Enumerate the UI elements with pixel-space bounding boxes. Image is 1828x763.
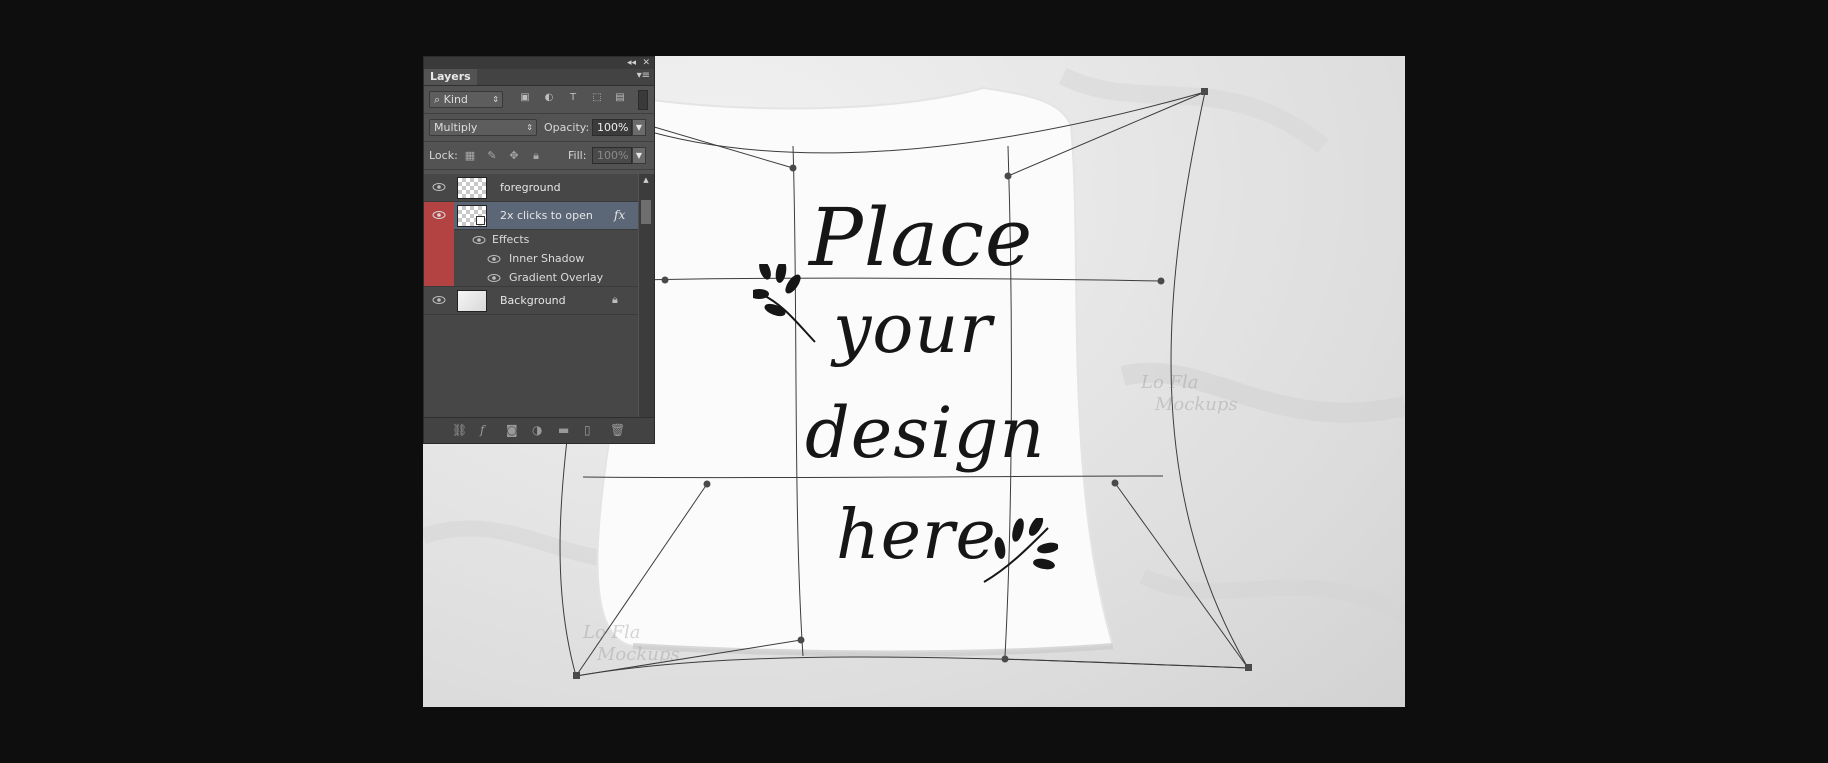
link-layers-icon[interactable]: ⛓︎	[452, 424, 467, 436]
visibility-eye-icon[interactable]	[472, 235, 486, 245]
watermark-line-1: Lo Fla	[583, 622, 641, 643]
watermark: Lo Fla Mockups	[583, 622, 680, 666]
effect-name: Gradient Overlay	[509, 271, 604, 284]
effect-row-inner-shadow[interactable]: Inner Shadow	[424, 249, 638, 268]
layer-name: foreground	[500, 181, 561, 194]
filter-shape-icon[interactable]: ⬚	[591, 92, 603, 104]
effect-name: Inner Shadow	[509, 252, 585, 265]
layer-name: Background	[500, 294, 566, 307]
filter-row: ⌕ Kind ⇕ ▣ ◐ T ⬚ ▤	[424, 86, 654, 114]
filter-toggle[interactable]	[638, 90, 648, 110]
add-style-icon[interactable]: f	[480, 424, 484, 436]
lock-position-icon[interactable]: ✥	[508, 150, 520, 162]
scroll-thumb[interactable]	[641, 200, 651, 224]
smart-object-badge-icon	[476, 216, 485, 225]
visibility-eye-icon[interactable]	[487, 254, 501, 264]
effects-label: Effects	[492, 233, 530, 246]
lock-transparent-icon[interactable]: ▦	[464, 150, 476, 162]
visibility-eye-icon[interactable]	[432, 210, 446, 220]
new-layer-icon[interactable]: ▯	[584, 424, 591, 436]
opacity-dropdown-icon[interactable]: ▼	[632, 119, 646, 136]
lock-paint-icon[interactable]: ✎	[486, 150, 498, 162]
delete-layer-icon[interactable]: 🗑︎	[610, 424, 625, 436]
new-group-icon[interactable]: ▬	[558, 424, 569, 436]
add-mask-icon[interactable]: ◙	[506, 424, 518, 436]
visibility-eye-icon[interactable]	[432, 295, 446, 305]
close-icon[interactable]: ✕	[642, 57, 650, 69]
layer-thumbnail	[457, 290, 487, 312]
design-text-line-2: your	[833, 290, 993, 369]
fill-label: Fill:	[568, 149, 587, 162]
opacity-label: Opacity:	[544, 121, 590, 134]
lock-label: Lock:	[429, 149, 458, 162]
panel-tab-bar: Layers ▾≡	[424, 69, 654, 86]
design-text-line-1: Place	[809, 191, 1034, 284]
layer-row-foreground[interactable]: foreground	[424, 174, 638, 202]
design-text-line-3: design	[805, 392, 1046, 474]
filter-kind-select[interactable]: ⌕ Kind ⇕	[429, 91, 503, 108]
search-icon: ⌕	[434, 93, 444, 106]
layers-list: foreground 2x clicks to open fx Effects …	[424, 174, 638, 417]
tab-layers[interactable]: Layers	[424, 69, 477, 85]
layer-name: 2x clicks to open	[500, 209, 593, 222]
panel-menu-icon[interactable]: ▾≡	[637, 70, 650, 81]
effects-group-row[interactable]: Effects	[424, 230, 638, 287]
design-text-line-4: here	[836, 496, 997, 575]
visibility-eye-icon[interactable]	[432, 182, 446, 192]
layer-row-background[interactable]: Background 🔒︎	[424, 287, 638, 315]
layers-panel: ◂◂ ✕ Layers ▾≡ ⌕ Kind ⇕ ▣ ◐ T ⬚ ▤ Multip…	[423, 56, 655, 444]
fill-dropdown-icon[interactable]: ▼	[632, 147, 646, 164]
layer-thumbnail	[457, 205, 487, 227]
new-adjustment-icon[interactable]: ◑	[532, 424, 542, 436]
watermark-line-2: Mockups	[597, 644, 680, 665]
opacity-input[interactable]: 100%	[592, 119, 632, 136]
collapse-panel-icon[interactable]: ◂◂	[627, 57, 636, 69]
lock-row: Lock: ▦ ✎ ✥ 🔒︎ Fill: 100% ▼	[424, 142, 654, 170]
blend-mode-value: Multiply	[434, 121, 478, 134]
watermark: Lo Fla Mockups	[1141, 372, 1238, 416]
chevron-updown-icon: ⇕	[526, 123, 533, 132]
filter-type-icon[interactable]: T	[567, 92, 579, 104]
layer-thumbnail	[457, 177, 487, 199]
fx-icon[interactable]: fx	[614, 208, 625, 222]
panel-bottom-toolbar: ⛓︎ f ◙ ◑ ▬ ▯ 🗑︎	[424, 417, 654, 443]
watermark-line-2: Mockups	[1155, 394, 1238, 415]
layers-scrollbar[interactable]: ▲	[639, 174, 654, 417]
blend-row: Multiply ⇕ Opacity: 100% ▼	[424, 114, 654, 142]
filter-adjustment-icon[interactable]: ◐	[543, 92, 555, 104]
filter-pixel-icon[interactable]: ▣	[519, 92, 531, 104]
filter-smartobject-icon[interactable]: ▤	[614, 92, 626, 104]
scroll-up-icon[interactable]: ▲	[641, 176, 651, 184]
watermark-line-1: Lo Fla	[1141, 372, 1199, 393]
chevron-updown-icon: ⇕	[492, 95, 499, 104]
layer-row-smart-object[interactable]: 2x clicks to open fx	[424, 202, 638, 230]
visibility-eye-icon[interactable]	[487, 273, 501, 283]
leaf-sprig-icon	[983, 518, 1058, 583]
blend-mode-select[interactable]: Multiply ⇕	[429, 119, 537, 136]
effect-row-gradient-overlay[interactable]: Gradient Overlay	[424, 268, 638, 287]
lock-icon: 🔒︎	[612, 293, 618, 306]
filter-kind-label: Kind	[443, 93, 468, 106]
lock-all-icon[interactable]: 🔒︎	[530, 150, 542, 162]
leaf-sprig-icon	[753, 264, 816, 343]
panel-title-bar[interactable]: ◂◂ ✕	[424, 57, 654, 69]
fill-input[interactable]: 100%	[592, 147, 632, 164]
